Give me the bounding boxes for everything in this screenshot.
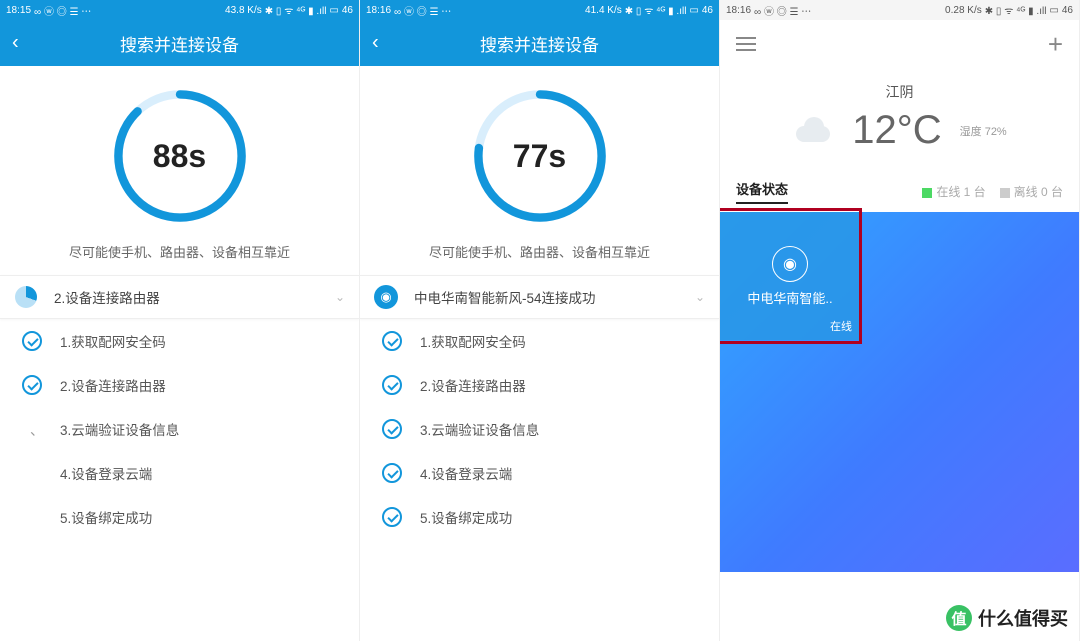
page-title: 搜索并连接设备 (120, 31, 239, 56)
net-speed: 0.28 K/s (945, 5, 982, 16)
step-row: 1.获取配网安全码 (0, 319, 359, 363)
device-badge-icon: ◉ (374, 285, 398, 309)
humidity: 湿度 72% (960, 123, 1007, 139)
cloud-icon (792, 117, 834, 145)
check-icon (382, 507, 402, 527)
hint-text: 尽可能使手机、路由器、设备相互靠近 (0, 236, 359, 275)
app-bar: ‹ 搜索并连接设备 (0, 20, 359, 66)
step-label: 5.设备绑定成功 (60, 507, 345, 527)
signal-icons: ✱ ▯ ᯤ ⁴ᴳ ▮ .ıll (265, 3, 327, 17)
offline-count: 离线 0 台 (1000, 183, 1063, 200)
smzdm-logo-icon: 值 (946, 605, 972, 631)
step-row: 2.设备连接路由器 (360, 363, 719, 407)
device-type-icon: ◉ (772, 246, 808, 282)
signal-icons: ✱ ▯ ᯤ ⁴ᴳ ▮ .ıll (985, 3, 1047, 17)
check-icon (382, 419, 402, 439)
screen-connect-progress-1: 18:15 ∞ ⓦ ◎ ☰ ⋯ 43.8 K/s ✱ ▯ ᯤ ⁴ᴳ ▮ .ıll… (0, 0, 360, 641)
online-dot-icon (922, 188, 932, 198)
step-label: 4.设备登录云端 (420, 463, 705, 483)
step-row: 1.获取配网安全码 (360, 319, 719, 363)
current-step-label: 中电华南智能新风-54连接成功 (414, 287, 695, 307)
stray-mark: 、 (30, 420, 44, 440)
offline-dot-icon (1000, 188, 1010, 198)
weather-widget[interactable]: 江阴 12°C 湿度 72% (720, 68, 1079, 179)
step-label: 1.获取配网安全码 (60, 331, 345, 351)
step-row: 2.设备连接路由器 (0, 363, 359, 407)
battery-icon: ▭ (689, 5, 698, 16)
add-button[interactable]: + (1048, 29, 1063, 60)
current-step-row[interactable]: 2.设备连接路由器 ⌄ (0, 275, 359, 319)
status-icons: ∞ ⓦ ◎ ☰ ⋯ (34, 3, 91, 18)
device-status-bar: 设备状态 在线 1 台 离线 0 台 (720, 179, 1079, 212)
app-bar: ‹ 搜索并连接设备 (360, 20, 719, 66)
check-icon (22, 375, 42, 395)
step-label: 3.云端验证设备信息 (60, 419, 345, 439)
step-label: 5.设备绑定成功 (420, 507, 705, 527)
device-card[interactable]: ◉ 中电华南智能.. 在线 (720, 212, 860, 340)
device-name: 中电华南智能.. (747, 288, 832, 307)
screen-home-dashboard: 18:16 ∞ ⓦ ◎ ☰ ⋯ 0.28 K/s ✱ ▯ ᯤ ⁴ᴳ ▮ .ıll… (720, 0, 1080, 641)
countdown-value: 88s (110, 86, 250, 226)
step-row: 3.云端验证设备信息 (0, 407, 359, 451)
device-status: 在线 (830, 318, 852, 334)
battery-icon: ▭ (329, 5, 338, 16)
battery-pct: 46 (702, 5, 713, 16)
progress-pie-icon (15, 286, 37, 308)
back-button[interactable]: ‹ (372, 32, 379, 55)
status-bar: 18:16 ∞ ⓦ ◎ ☰ ⋯ 0.28 K/s ✱ ▯ ᯤ ⁴ᴳ ▮ .ıll… (720, 0, 1079, 20)
net-speed: 41.4 K/s (585, 5, 622, 16)
countdown-ring: 88s (0, 66, 359, 236)
watermark: 值 什么值得买 (946, 605, 1068, 631)
check-icon (382, 331, 402, 351)
net-speed: 43.8 K/s (225, 5, 262, 16)
step-row: 3.云端验证设备信息 (360, 407, 719, 451)
step-row: 5.设备绑定成功 (360, 495, 719, 539)
clock: 18:15 (6, 5, 31, 16)
temperature: 12°C (852, 108, 941, 153)
step-label: 3.云端验证设备信息 (420, 419, 705, 439)
page-title: 搜索并连接设备 (480, 31, 599, 56)
menu-button[interactable] (736, 37, 756, 51)
battery-pct: 46 (1062, 5, 1073, 16)
check-icon (382, 375, 402, 395)
step-label: 1.获取配网安全码 (420, 331, 705, 351)
section-title: 设备状态 (736, 179, 788, 204)
step-label: 2.设备连接路由器 (60, 375, 345, 395)
current-step-label: 2.设备连接路由器 (54, 287, 335, 307)
device-grid[interactable]: ◉ 中电华南智能.. 在线 (720, 212, 1079, 572)
city-name: 江阴 (720, 82, 1079, 102)
step-label: 4.设备登录云端 (60, 463, 345, 483)
countdown-value: 77s (470, 86, 610, 226)
watermark-text: 什么值得买 (978, 605, 1068, 631)
screen-connect-progress-2: 18:16 ∞ ⓦ ◎ ☰ ⋯ 41.4 K/s ✱ ▯ ᯤ ⁴ᴳ ▮ .ıll… (360, 0, 720, 641)
check-icon (22, 331, 42, 351)
current-step-row[interactable]: ◉ 中电华南智能新风-54连接成功 ⌄ (360, 275, 719, 319)
battery-pct: 46 (342, 5, 353, 16)
step-list: 1.获取配网安全码 2.设备连接路由器 3.云端验证设备信息 4.设备登录云端 … (0, 319, 359, 539)
countdown-ring: 77s (360, 66, 719, 236)
step-label: 2.设备连接路由器 (420, 375, 705, 395)
top-bar: + (720, 20, 1079, 68)
battery-icon: ▭ (1049, 5, 1058, 16)
back-button[interactable]: ‹ (12, 32, 19, 55)
clock: 18:16 (726, 5, 751, 16)
check-icon (382, 463, 402, 483)
status-icons: ∞ ⓦ ◎ ☰ ⋯ (394, 3, 451, 18)
clock: 18:16 (366, 5, 391, 16)
step-row: 4.设备登录云端 (0, 451, 359, 495)
status-bar: 18:16 ∞ ⓦ ◎ ☰ ⋯ 41.4 K/s ✱ ▯ ᯤ ⁴ᴳ ▮ .ıll… (360, 0, 719, 20)
status-icons: ∞ ⓦ ◎ ☰ ⋯ (754, 3, 811, 18)
step-row: 4.设备登录云端 (360, 451, 719, 495)
step-row: 5.设备绑定成功 (0, 495, 359, 539)
step-list: 1.获取配网安全码 2.设备连接路由器 3.云端验证设备信息 4.设备登录云端 … (360, 319, 719, 539)
chevron-down-icon: ⌄ (695, 290, 705, 304)
hint-text: 尽可能使手机、路由器、设备相互靠近 (360, 236, 719, 275)
signal-icons: ✱ ▯ ᯤ ⁴ᴳ ▮ .ıll (625, 3, 687, 17)
status-bar: 18:15 ∞ ⓦ ◎ ☰ ⋯ 43.8 K/s ✱ ▯ ᯤ ⁴ᴳ ▮ .ıll… (0, 0, 359, 20)
chevron-down-icon: ⌄ (335, 290, 345, 304)
online-count: 在线 1 台 (922, 183, 985, 200)
